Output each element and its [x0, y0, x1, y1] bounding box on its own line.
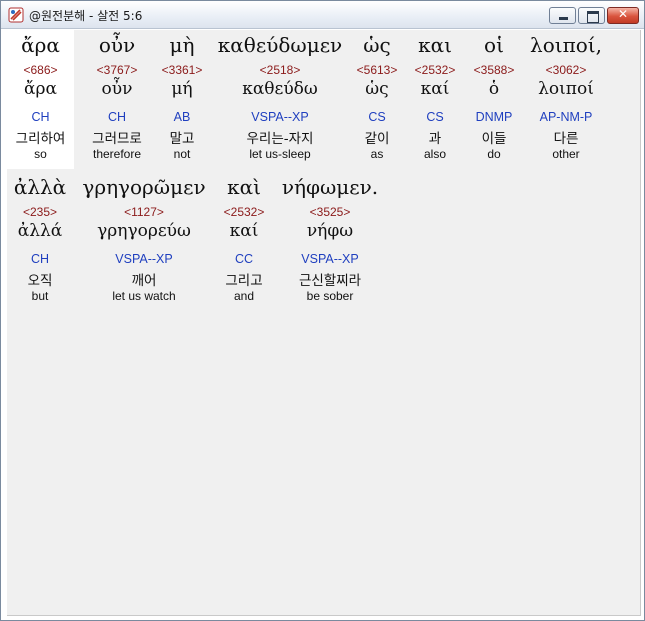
korean-gloss: 그러므로 [92, 131, 142, 147]
parsing-code: AB [173, 110, 191, 124]
korean-gloss: 같이 [364, 131, 390, 147]
korean-gloss: 과 [428, 131, 442, 147]
parsing-code: CH [107, 110, 127, 124]
greek-word: οἱ [484, 33, 504, 57]
parsing-code: VSPA--XP [115, 252, 173, 266]
greek-word: και [418, 33, 452, 57]
korean-gloss: 근신할찌라 [298, 273, 362, 289]
lemma: οὖν [101, 79, 133, 99]
lemma: μή [171, 79, 193, 99]
strong-number: <3062> [545, 63, 587, 77]
maximize-button[interactable] [578, 7, 605, 24]
parsing-code: CS [368, 110, 386, 124]
parsing-code: CC [234, 252, 254, 266]
greek-word: γρηγορῶμεν [82, 175, 206, 199]
app-window: @원전분해 - 살전 5:6 ✕ ἄρα <686> ἄρα CH 그리하여 s… [0, 0, 645, 621]
strong-number: <686> [23, 63, 58, 77]
strong-number: <1127> [124, 205, 164, 219]
lemma: ἄρα [24, 79, 57, 99]
word-cell[interactable]: καὶ <2532> καί CC 그리고 and [215, 172, 273, 311]
english-gloss: therefore [92, 147, 142, 161]
parsing-code: VSPA--XP [301, 252, 359, 266]
greek-word: οὖν [98, 33, 136, 57]
parsing-code: CH [30, 252, 50, 266]
parsing-code: DNMP [475, 110, 513, 124]
english-gloss: and [233, 289, 255, 303]
title-bar[interactable]: @원전분해 - 살전 5:6 ✕ [1, 1, 644, 29]
word-cell[interactable]: ἄρα <686> ἄρα CH 그리하여 so [7, 30, 74, 169]
lemma: νήφω [306, 221, 354, 241]
strong-number: <2532> [414, 63, 456, 77]
word-cell[interactable]: και <2532> καί CS 과 also [407, 30, 463, 169]
parsing-code: CH [31, 110, 50, 124]
greek-word: καθεύδωμεν [217, 33, 343, 57]
strong-number: <3361> [161, 63, 203, 77]
strong-number: <3767> [96, 63, 138, 77]
english-gloss: so [34, 147, 47, 161]
english-gloss: be sober [306, 289, 354, 303]
parsing-code: VSPA--XP [251, 110, 309, 124]
word-cell[interactable]: νήφωμεν. <3525> νήφω VSPA--XP 근신할찌라 be s… [278, 172, 382, 311]
english-gloss: not [173, 147, 191, 161]
korean-gloss: 그리고 [225, 273, 263, 289]
parsing-code: AP-NM-P [539, 110, 593, 124]
korean-gloss: 말고 [169, 131, 195, 147]
lemma: καί [420, 79, 450, 99]
strong-number: <2532> [223, 205, 265, 219]
interlinear-view[interactable]: ἄρα <686> ἄρα CH 그리하여 so οὖν <3767> οὖν … [7, 30, 641, 616]
word-cell[interactable]: οὖν <3767> οὖν CH 그러므로 therefore [81, 30, 153, 169]
korean-gloss: 그리하여 [15, 131, 66, 147]
word-cell[interactable]: μὴ <3361> μή AB 말고 not [154, 30, 210, 169]
lemma: καί [229, 221, 259, 241]
parsing-code: CS [426, 110, 444, 124]
word-cell[interactable]: ὡς <5613> ὡς CS 같이 as [350, 30, 404, 169]
app-icon [8, 7, 24, 23]
english-gloss: but [31, 289, 49, 303]
english-gloss: also [423, 147, 446, 161]
english-gloss: do [487, 147, 501, 161]
greek-word: ἄρα [21, 33, 60, 57]
english-gloss: let us-sleep [249, 147, 311, 161]
greek-word: μὴ [169, 33, 195, 57]
strong-number: <3525> [309, 205, 351, 219]
korean-gloss: 우리는-자지 [246, 131, 314, 147]
strong-number: <5613> [356, 63, 398, 77]
window-title: @원전분해 - 살전 5:6 [29, 9, 143, 23]
english-gloss: other [552, 147, 580, 161]
close-icon: ✕ [617, 7, 629, 21]
greek-word: νήφωμεν. [281, 175, 379, 199]
greek-word: ἀλλὰ [13, 175, 67, 199]
lemma: καθεύδω [242, 79, 318, 99]
korean-gloss: 깨어 [131, 273, 157, 289]
strong-number: <3588> [473, 63, 515, 77]
greek-word: λοιποί, [530, 33, 602, 57]
lemma: ἀλλά [17, 221, 63, 241]
word-cell[interactable]: λοιποί, <3062> λοιποί AP-NM-P 다른 other [525, 30, 607, 169]
word-cell[interactable]: ἀλλὰ <235> ἀλλά CH 오직 but [7, 172, 73, 311]
korean-gloss: 이들 [481, 131, 507, 147]
english-gloss: let us watch [112, 289, 176, 303]
korean-gloss: 다른 [553, 131, 579, 147]
strong-number: <2518> [259, 63, 301, 77]
lemma: λοιποί [538, 79, 594, 99]
close-button[interactable]: ✕ [607, 7, 639, 24]
strong-number: <235> [22, 205, 58, 219]
word-cell[interactable]: οἱ <3588> ὁ DNMP 이들 do [465, 30, 523, 169]
word-cell[interactable]: γρηγορῶμεν <1127> γρηγορεύω VSPA--XP 깨어 … [77, 172, 211, 311]
minimize-button[interactable] [549, 7, 576, 24]
korean-gloss: 오직 [27, 273, 53, 289]
word-cell[interactable]: καθεύδωμεν <2518> καθεύδω VSPA--XP 우리는-자… [213, 30, 347, 169]
lemma: ὁ [488, 79, 500, 99]
greek-word: ὡς [363, 33, 391, 57]
lemma: ὡς [365, 79, 389, 99]
english-gloss: as [370, 147, 384, 161]
greek-word: καὶ [227, 175, 261, 199]
lemma: γρηγορεύω [97, 221, 191, 241]
